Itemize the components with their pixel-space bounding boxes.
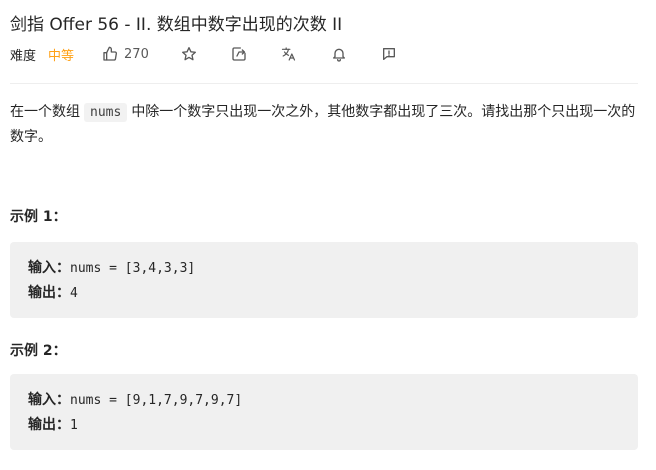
section-divider xyxy=(10,83,638,84)
share-button[interactable] xyxy=(229,44,249,64)
notification-button[interactable] xyxy=(329,44,349,64)
bell-icon xyxy=(331,46,347,62)
like-count: 270 xyxy=(124,46,149,62)
input-label: 输入： xyxy=(28,392,70,408)
example-2-output: 输出：1 xyxy=(28,413,620,438)
problem-title: 剑指 Offer 56 - II. 数组中数字出现的次数 II xyxy=(10,15,343,35)
input-value: nums = [3,4,3,3] xyxy=(70,261,196,276)
share-icon xyxy=(231,46,247,62)
inline-code-nums: nums xyxy=(84,103,128,122)
example-1-title: 示例 1： xyxy=(10,209,67,225)
problem-description: 在一个数组 nums 中除一个数字只出现一次之外，其他数字都出现了三次。请找出那个只… xyxy=(10,100,640,150)
example-1-output: 输出：4 xyxy=(28,281,620,306)
input-label: 输入： xyxy=(28,260,70,276)
feedback-icon xyxy=(381,46,397,62)
translate-icon xyxy=(280,46,297,62)
example-1-block: 输入：nums = [3,4,3,3] 输出：4 xyxy=(10,242,638,318)
example-1-input: 输入：nums = [3,4,3,3] xyxy=(28,256,620,281)
translate-button[interactable] xyxy=(279,44,299,64)
output-label: 输出： xyxy=(28,285,70,301)
favorite-button[interactable] xyxy=(179,44,199,64)
problem-meta-bar: 难度 中等 270 xyxy=(10,44,399,64)
input-value: nums = [9,1,7,9,7,9,7] xyxy=(70,393,243,408)
thumbs-up-icon xyxy=(102,46,118,62)
example-2-block: 输入：nums = [9,1,7,9,7,9,7] 输出：1 xyxy=(10,374,638,450)
difficulty-label: 难度 xyxy=(10,48,37,64)
like-button[interactable]: 270 xyxy=(102,44,149,64)
star-icon xyxy=(181,46,197,62)
output-label: 输出： xyxy=(28,417,70,433)
output-value: 1 xyxy=(70,418,78,433)
description-text-1: 在一个数组 xyxy=(10,104,80,120)
example-2-input: 输入：nums = [9,1,7,9,7,9,7] xyxy=(28,388,620,413)
output-value: 4 xyxy=(70,286,78,301)
example-2-title: 示例 2： xyxy=(10,343,67,359)
difficulty-badge: 中等 xyxy=(48,48,75,64)
feedback-button[interactable] xyxy=(379,44,399,64)
